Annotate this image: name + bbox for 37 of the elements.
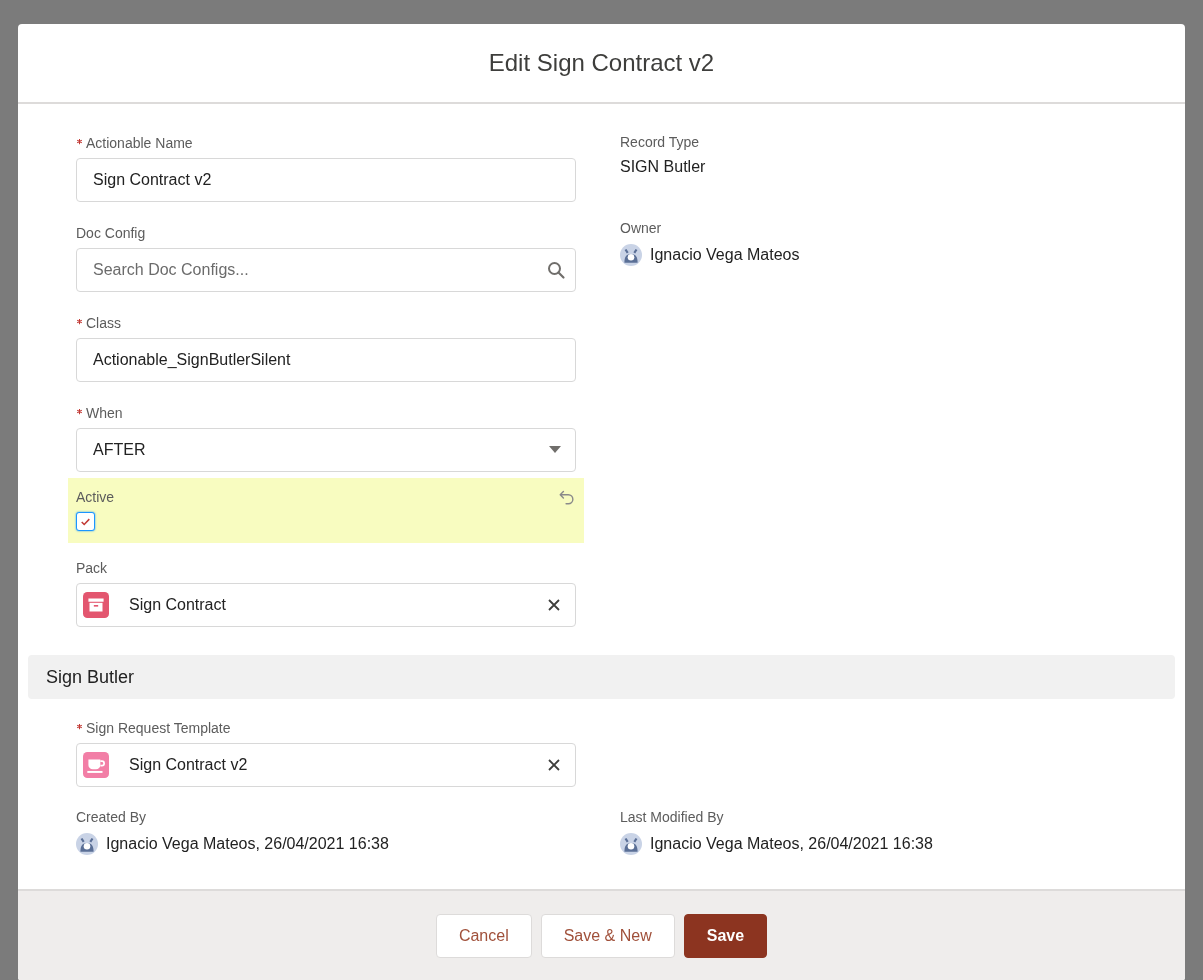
field-label: Actionable Name (86, 135, 193, 151)
text-field[interactable]: Sign Contract v2 (76, 158, 576, 202)
footer-button[interactable]: Save & New (540, 914, 675, 958)
field-value: Ignacio Vega Mateos (650, 246, 800, 264)
field-label: Active (76, 489, 115, 505)
modal-title: Edit Sign Contract v2 (488, 49, 715, 77)
field-value: Ignacio Vega Mateos, 26/04/2021 16:38 (106, 835, 389, 853)
lookup-field[interactable]: Sign Contract v2 (76, 743, 576, 787)
field-label: Pack (76, 560, 108, 576)
save-button[interactable]: Save (683, 914, 768, 958)
field-label: Created By (76, 809, 148, 825)
avatar-icon (620, 833, 642, 855)
search-icon (546, 260, 566, 280)
clear-icon[interactable] (547, 758, 561, 772)
field-value: Ignacio Vega Mateos, 26/04/2021 16:38 (650, 835, 933, 853)
lookup-field[interactable]: Sign Contract (76, 583, 576, 627)
field-label: Doc Config (76, 225, 146, 241)
section-header: Sign Butler (28, 655, 1175, 699)
archive-box-icon (83, 592, 109, 618)
field-label: Owner (620, 220, 663, 236)
caret-icon (549, 446, 561, 454)
search-field[interactable]: Search Doc Configs... (76, 248, 576, 292)
field-label: When (86, 405, 123, 421)
undo-icon[interactable] (558, 488, 576, 506)
footer-button[interactable]: Cancel (435, 914, 532, 958)
select-dropdown[interactable]: AFTER (76, 428, 576, 472)
cup-icon (83, 752, 109, 778)
checkbox[interactable] (76, 512, 95, 531)
text-field[interactable]: Actionable_SignButlerSilent (76, 338, 576, 382)
field-label: Class (86, 315, 121, 331)
field-label: Sign Request Template (86, 720, 231, 736)
clear-icon[interactable] (547, 598, 561, 612)
field-value: SIGN Butler (620, 158, 706, 176)
field-label: Last Modified By (620, 809, 725, 825)
avatar-icon (620, 244, 642, 266)
field-label: Record Type (620, 134, 701, 150)
avatar-icon (76, 833, 98, 855)
